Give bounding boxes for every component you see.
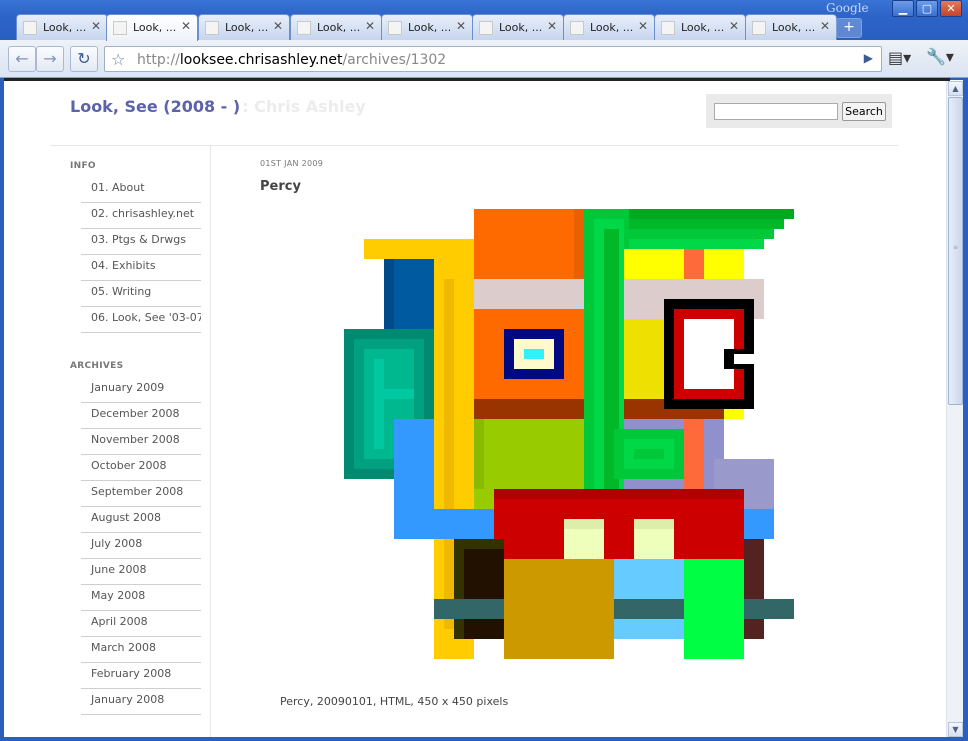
forward-button[interactable]: →	[36, 46, 64, 72]
tab-label: Look, ...	[590, 21, 634, 34]
tab[interactable]: Look, ... ✕	[198, 14, 290, 40]
window-controls: ▁ ▢ ✕	[890, 0, 962, 18]
tab[interactable]: Look, ... ✕	[381, 14, 473, 40]
brand-label: Google	[826, 1, 869, 15]
reload-button[interactable]: ↻	[70, 46, 98, 72]
tab[interactable]: Look, ... ✕	[745, 14, 837, 40]
back-button[interactable]: ←	[8, 46, 36, 72]
archives-list: January 2009 December 2008 November 2008…	[81, 377, 201, 715]
favicon-icon	[752, 21, 766, 35]
archive-link[interactable]: May 2008	[81, 585, 201, 611]
archive-link[interactable]: November 2008	[81, 429, 201, 455]
favicon-icon	[297, 21, 311, 35]
favicon-icon	[23, 21, 37, 35]
favicon-icon	[388, 21, 402, 35]
tab-strip: Look, ... ✕ Look, ... ✕ Look, ... ✕ Look…	[0, 0, 968, 41]
maximize-button[interactable]: ▢	[916, 0, 938, 17]
tab[interactable]: Look, ... ✕	[563, 14, 655, 40]
close-icon[interactable]: ✕	[181, 19, 191, 33]
archives-heading: ARCHIVES	[70, 361, 124, 371]
tab-active[interactable]: Look, ... ✕	[106, 14, 198, 41]
archive-link[interactable]: June 2008	[81, 559, 201, 585]
tab-label: Look, ...	[499, 21, 543, 34]
post-date: 01ST JAN 2009	[260, 159, 324, 168]
info-heading: INFO	[70, 161, 96, 171]
web-page: Look, See (2008 - ): Chris Ashley Search…	[4, 81, 946, 737]
tab[interactable]: Look, ... ✕	[472, 14, 564, 40]
scroll-down-icon[interactable]: ▼	[948, 722, 963, 737]
artwork-percy	[344, 209, 794, 659]
close-icon[interactable]: ✕	[365, 19, 375, 33]
go-icon[interactable]: ▶	[864, 51, 873, 65]
close-icon[interactable]: ✕	[547, 19, 557, 33]
archive-link[interactable]: October 2008	[81, 455, 201, 481]
close-icon[interactable]: ✕	[91, 19, 101, 33]
sidebar-item-exhibits[interactable]: 04. Exhibits	[81, 255, 201, 281]
grip-icon: ≡	[953, 244, 959, 251]
tab-label: Look, ...	[681, 21, 725, 34]
sidebar-item-paintings[interactable]: 03. Ptgs & Drwgs	[81, 229, 201, 255]
archive-link[interactable]: January 2009	[81, 377, 201, 403]
wrench-icon[interactable]: 🔧▾	[926, 47, 954, 66]
favicon-icon	[661, 21, 675, 35]
close-icon[interactable]: ✕	[729, 19, 739, 33]
close-icon[interactable]: ✕	[638, 19, 648, 33]
archive-link[interactable]: February 2008	[81, 663, 201, 689]
site-title[interactable]: Look, See (2008 - ): Chris Ashley	[70, 97, 366, 116]
favicon-icon	[479, 21, 493, 35]
browser-chrome: Look, ... ✕ Look, ... ✕ Look, ... ✕ Look…	[0, 0, 968, 80]
info-list: 01. About 02. chrisashley.net 03. Ptgs &…	[81, 177, 201, 333]
search-button[interactable]: Search	[842, 102, 886, 121]
favicon-icon	[113, 21, 127, 35]
artwork-caption: Percy, 20090101, HTML, 450 x 450 pixels	[280, 695, 509, 708]
tab-label: Look, ...	[317, 21, 361, 34]
tab[interactable]: Look, ... ✕	[290, 14, 382, 40]
bookmark-star-icon[interactable]: ☆	[111, 50, 125, 69]
search-box: Search	[706, 94, 892, 128]
archive-link[interactable]: September 2008	[81, 481, 201, 507]
close-icon[interactable]: ✕	[820, 19, 830, 33]
archive-link[interactable]: July 2008	[81, 533, 201, 559]
tab-label: Look, ...	[133, 21, 177, 34]
archive-link[interactable]: January 2008	[81, 689, 201, 715]
tab-label: Look, ...	[43, 21, 87, 34]
address-bar[interactable]: ☆ http://looksee.chrisashley.net/archive…	[104, 46, 882, 72]
archive-link[interactable]: March 2008	[81, 637, 201, 663]
sidebar-divider	[210, 145, 211, 737]
toolbar: ← → ↻ ☆ http://looksee.chrisashley.net/a…	[0, 40, 968, 78]
sidebar-item-look-see-old[interactable]: 06. Look, See '03-07	[81, 307, 201, 333]
site-subtitle: : Chris Ashley	[242, 97, 366, 116]
search-input[interactable]	[714, 103, 838, 120]
vertical-scrollbar[interactable]: ▲ ≡ ▼	[946, 81, 963, 737]
tab[interactable]: Look, ... ✕	[654, 14, 746, 40]
sidebar-item-chrisashley[interactable]: 02. chrisashley.net	[81, 203, 201, 229]
scroll-up-icon[interactable]: ▲	[948, 81, 963, 96]
sidebar: INFO 01. About 02. chrisashley.net 03. P…	[70, 161, 210, 715]
tab-label: Look, ...	[225, 21, 269, 34]
header-divider	[50, 145, 898, 146]
scroll-thumb[interactable]: ≡	[948, 97, 963, 405]
tab-label: Look, ...	[772, 21, 816, 34]
sidebar-item-about[interactable]: 01. About	[81, 177, 201, 203]
window-close-button[interactable]: ✕	[940, 0, 962, 17]
tab[interactable]: Look, ... ✕	[16, 14, 108, 40]
minimize-button[interactable]: ▁	[892, 0, 914, 17]
sidebar-item-writing[interactable]: 05. Writing	[81, 281, 201, 307]
tab-label: Look, ...	[408, 21, 452, 34]
favicon-icon	[205, 21, 219, 35]
window-frame	[963, 78, 968, 741]
new-tab-button[interactable]: +	[836, 18, 862, 38]
url-text: http://looksee.chrisashley.net/archives/…	[137, 52, 447, 68]
window-frame	[0, 737, 968, 741]
close-icon[interactable]: ✕	[273, 19, 283, 33]
favicon-icon	[570, 21, 584, 35]
page-menu-icon[interactable]: ▤▾	[888, 48, 911, 67]
archive-link[interactable]: April 2008	[81, 611, 201, 637]
archive-link[interactable]: December 2008	[81, 403, 201, 429]
close-icon[interactable]: ✕	[456, 19, 466, 33]
archive-link[interactable]: August 2008	[81, 507, 201, 533]
post-title[interactable]: Percy	[260, 179, 301, 194]
